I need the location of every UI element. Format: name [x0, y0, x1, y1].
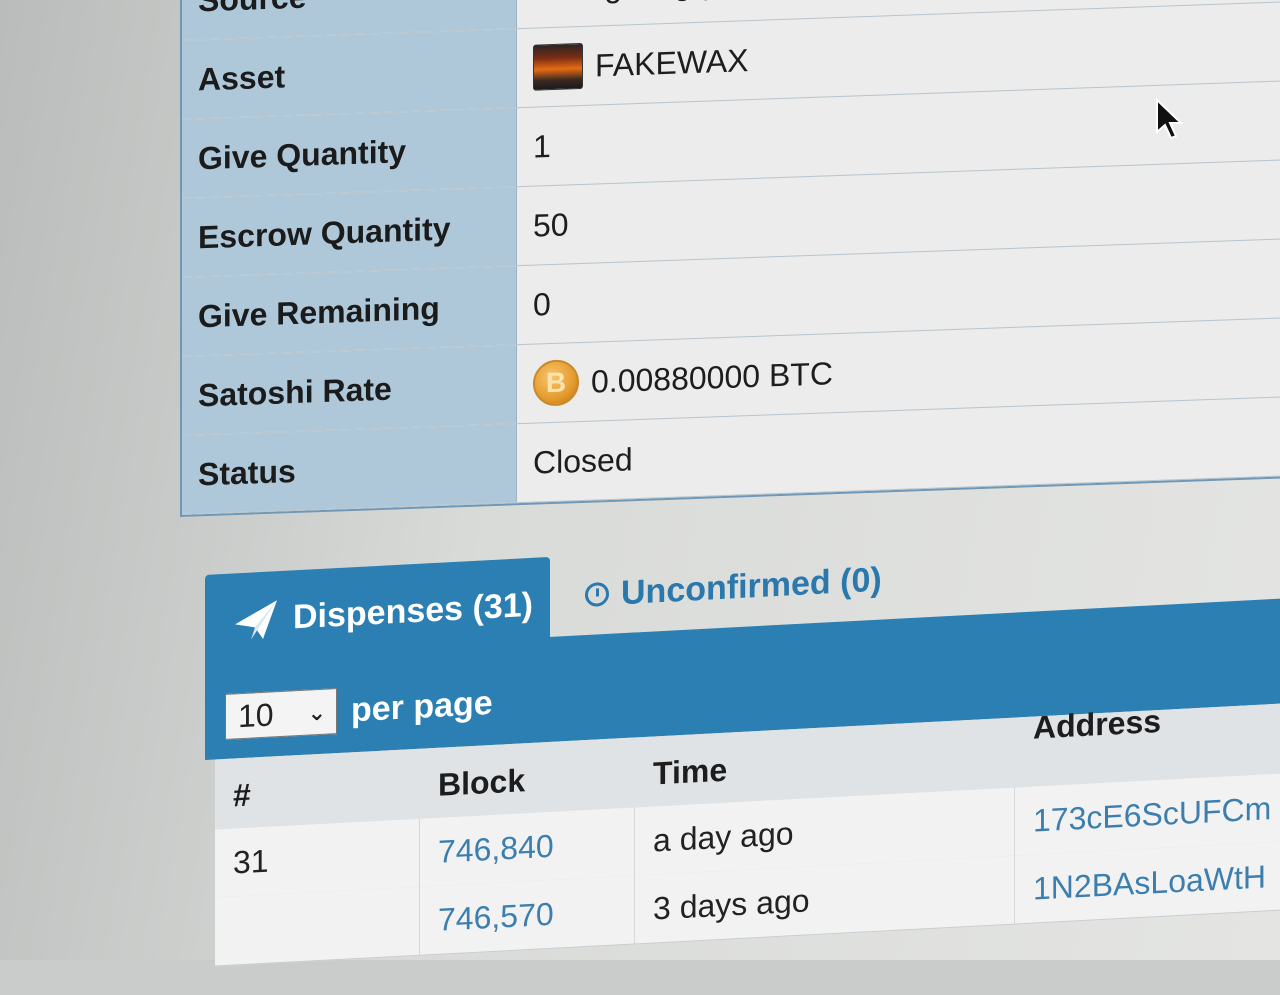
tab-dispenses-label: Dispenses (31): [293, 585, 533, 637]
tab-unconfirmed[interactable]: Unconfirmed (0): [585, 540, 882, 636]
escrow-quantity-label: Escrow Quantity: [182, 187, 517, 277]
row-number: [215, 886, 420, 966]
block-link[interactable]: 746,840: [420, 807, 635, 887]
mouse-cursor-icon: [1156, 98, 1184, 140]
bitcoin-coin-icon: B: [533, 359, 579, 407]
per-page-selected-value: 10: [238, 695, 274, 734]
asset-thumbnail-icon[interactable]: [533, 42, 583, 91]
page-background: Source 176LgeosgqLvGEnobbL3yBnnRoPY2Lran…: [0, 0, 1280, 967]
give-remaining-label: Give Remaining: [182, 266, 517, 356]
dispenser-details-table: Source 176LgeosgqLvGEnobbL3yBnnRoPY2Lran…: [180, 0, 1280, 517]
chevron-down-icon: ⌄: [307, 699, 326, 726]
paper-plane-icon: [235, 599, 277, 640]
column-header-address[interactable]: Address: [1015, 695, 1280, 787]
give-quantity-label: Give Quantity: [182, 108, 517, 198]
dispenses-panel: Dispenses (31) Unconfirmed (0) 10 ⌄ per …: [205, 517, 1280, 995]
per-page-label: per page: [351, 683, 493, 729]
per-page-select[interactable]: 10 ⌄: [225, 688, 337, 740]
status-label: Status: [182, 424, 517, 514]
row-number: 31: [215, 818, 420, 898]
satoshi-rate-amount: 0.00880000 BTC: [591, 354, 833, 400]
asset-label: Asset: [182, 29, 517, 119]
clock-icon: [585, 581, 609, 608]
tab-unconfirmed-label: Unconfirmed (0): [621, 560, 882, 612]
asset-name-link[interactable]: FAKEWAX: [595, 42, 749, 84]
address-link[interactable]: 1N2BAsLoaWtH: [1015, 840, 1280, 924]
block-link[interactable]: 746,570: [420, 875, 635, 955]
satoshi-rate-label: Satoshi Rate: [182, 345, 517, 435]
